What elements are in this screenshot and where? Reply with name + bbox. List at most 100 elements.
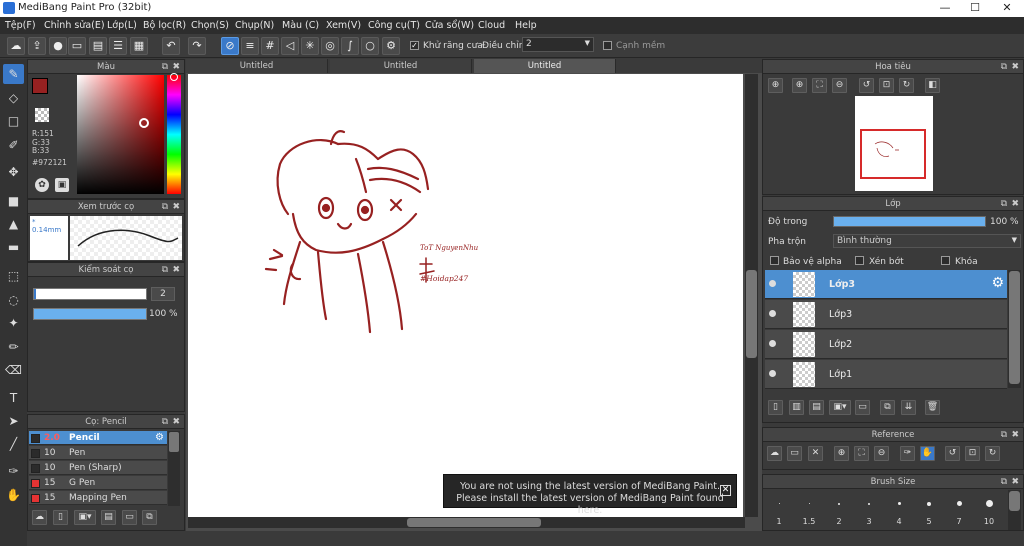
circle-snap-icon[interactable]: ◎ [321, 37, 339, 55]
list-icon[interactable]: ☰ [109, 37, 127, 55]
zoom-in-icon[interactable]: ⊕ [792, 78, 807, 93]
ellipse-snap-icon[interactable]: ○ [361, 37, 379, 55]
zoom-icon[interactable]: ⊕ [768, 78, 783, 93]
menu-filter[interactable]: Bộ lọc(R) [143, 20, 186, 31]
dot-tool-icon[interactable]: □ [3, 111, 24, 131]
brush-size-1[interactable]: 1 [764, 493, 794, 529]
canvas-vertical-scrollbar[interactable] [745, 74, 758, 517]
snap-off-icon[interactable]: ⊘ [221, 37, 239, 55]
tab-untitled-2[interactable]: Untitled [330, 59, 472, 73]
brush-size-5[interactable]: 5 [914, 493, 944, 529]
brush-size-10[interactable]: 10 [974, 493, 1004, 529]
text-tool-icon[interactable]: T [3, 388, 24, 408]
brush-size-3[interactable]: 3 [854, 493, 884, 529]
saturation-value-picker[interactable] [77, 75, 164, 194]
zoom-in-icon[interactable]: ⊕ [834, 446, 849, 461]
select-pen-icon[interactable]: ✏ [3, 337, 24, 357]
visibility-icon[interactable] [769, 310, 776, 317]
shape-tool-icon[interactable]: ■ [3, 191, 24, 211]
flip-icon[interactable]: ◧ [925, 78, 940, 93]
popout-icon[interactable]: ⧉ [1001, 475, 1007, 489]
gear-icon[interactable]: ⚙ [155, 431, 164, 445]
cloud-icon[interactable]: ☁ [767, 446, 782, 461]
visibility-icon[interactable] [769, 280, 776, 287]
close-icon[interactable]: ✖ [172, 200, 180, 214]
document-icon[interactable]: ▤ [89, 37, 107, 55]
close-icon[interactable]: ✖ [1011, 428, 1019, 442]
canvas-horizontal-scrollbar[interactable] [188, 517, 745, 528]
layer-scrollbar[interactable] [1008, 270, 1021, 388]
fit-icon[interactable]: ⛶ [854, 446, 869, 461]
close-icon[interactable]: ✖ [1011, 60, 1019, 74]
brush-list-scrollbar[interactable] [168, 431, 180, 506]
close-icon[interactable]: ✖ [172, 263, 180, 277]
folder-icon[interactable]: ▭ [855, 400, 870, 415]
close-reference-icon[interactable]: ✕ [808, 446, 823, 461]
add-brush-icon[interactable]: ▣▾ [74, 510, 96, 525]
chat-icon[interactable]: ▭ [68, 37, 86, 55]
brush-item-pen[interactable]: 10 Pen [29, 446, 167, 460]
tab-untitled-3[interactable]: Untitled [474, 59, 616, 73]
brush-size-value[interactable]: 2 [151, 287, 175, 301]
share-icon[interactable]: ⇪ [28, 37, 46, 55]
brush-size-7[interactable]: 7 [944, 493, 974, 529]
antialias-checkbox[interactable]: ✓ [410, 41, 419, 51]
rotate-right-icon[interactable]: ↻ [899, 78, 914, 93]
brush-size-4[interactable]: 4 [884, 493, 914, 529]
brush-item-pen-sharp[interactable]: 10 Pen (Sharp) [29, 461, 167, 475]
folder-icon[interactable]: ▭ [122, 510, 137, 525]
magic-wand-icon[interactable]: ✦ [3, 313, 24, 333]
menu-cloud[interactable]: Cloud [478, 20, 505, 31]
bucket-tool-icon[interactable]: ▲ [3, 214, 24, 234]
brush-size-1-5[interactable]: 1.5 [794, 493, 824, 529]
popout-icon[interactable]: ⧉ [1001, 197, 1007, 211]
eyedropper-icon[interactable]: ✑ [3, 461, 24, 481]
add-layer-menu-icon[interactable]: ▣▾ [829, 400, 851, 415]
duplicate-icon[interactable]: ⧉ [142, 510, 157, 525]
new-brush-icon[interactable]: ▯ [53, 510, 68, 525]
zoom-out-icon[interactable]: ⊖ [832, 78, 847, 93]
merge-down-icon[interactable]: ⇊ [901, 400, 916, 415]
menu-select[interactable]: Chọn(S) [191, 20, 229, 31]
menu-view[interactable]: Xem(V) [326, 20, 361, 31]
vanishing-point-icon[interactable]: ◁ [281, 37, 299, 55]
brush-tool-icon[interactable]: ✎ [3, 64, 24, 84]
eraser-tool-icon[interactable]: ◇ [3, 88, 24, 108]
color-cursor[interactable] [139, 118, 149, 128]
cloud-download-icon[interactable]: ☁ [32, 510, 47, 525]
menu-layer[interactable]: Lớp(L) [107, 20, 137, 31]
hand-icon[interactable]: ✋ [920, 446, 935, 461]
main-color-swatch[interactable] [32, 78, 48, 94]
palette-icon[interactable]: ✿ [35, 178, 49, 192]
brush-opacity-slider[interactable] [33, 308, 147, 320]
close-icon[interactable]: ✖ [172, 60, 180, 74]
parallel-snap-icon[interactable]: ≡ [241, 37, 259, 55]
brush-item-pencil[interactable]: 2.0 Pencil ⚙ [29, 431, 167, 445]
rotate-right-icon[interactable]: ↻ [985, 446, 1000, 461]
brush-settings-icon[interactable]: ▤ [101, 510, 116, 525]
color-history-icon[interactable]: ▣ [55, 178, 69, 192]
radial-snap-icon[interactable]: ✳ [301, 37, 319, 55]
layer-item-2[interactable]: Lớp2 [765, 330, 1007, 359]
close-window-button[interactable]: ✕ [992, 0, 1022, 17]
new-layer-icon[interactable]: ▯ [768, 400, 783, 415]
close-icon[interactable]: ✖ [1011, 475, 1019, 489]
menu-color[interactable]: Màu (C) [282, 20, 319, 31]
undo-icon[interactable]: ↶ [162, 37, 180, 55]
adjust-select[interactable]: 2 ▼ [522, 37, 594, 52]
brush-size-slider[interactable] [33, 288, 147, 300]
reset-view-icon[interactable]: ⊡ [965, 446, 980, 461]
maximize-button[interactable]: ☐ [960, 0, 990, 17]
grid-icon[interactable]: ▦ [130, 37, 148, 55]
gear-icon[interactable]: ⚙ [382, 37, 400, 55]
delete-layer-icon[interactable]: 🗑 [925, 400, 940, 415]
brush-select-icon[interactable]: ✐ [3, 135, 24, 155]
soft-edge-checkbox[interactable] [603, 41, 612, 51]
navigator-thumbnail[interactable] [855, 96, 933, 191]
fit-icon[interactable]: ⛶ [812, 78, 827, 93]
protect-alpha-checkbox[interactable] [770, 256, 779, 266]
operation-tool-icon[interactable]: ➤ [3, 411, 24, 431]
redo-icon[interactable]: ↷ [188, 37, 206, 55]
popout-icon[interactable]: ⧉ [162, 263, 168, 277]
menu-help[interactable]: Help [515, 20, 537, 31]
